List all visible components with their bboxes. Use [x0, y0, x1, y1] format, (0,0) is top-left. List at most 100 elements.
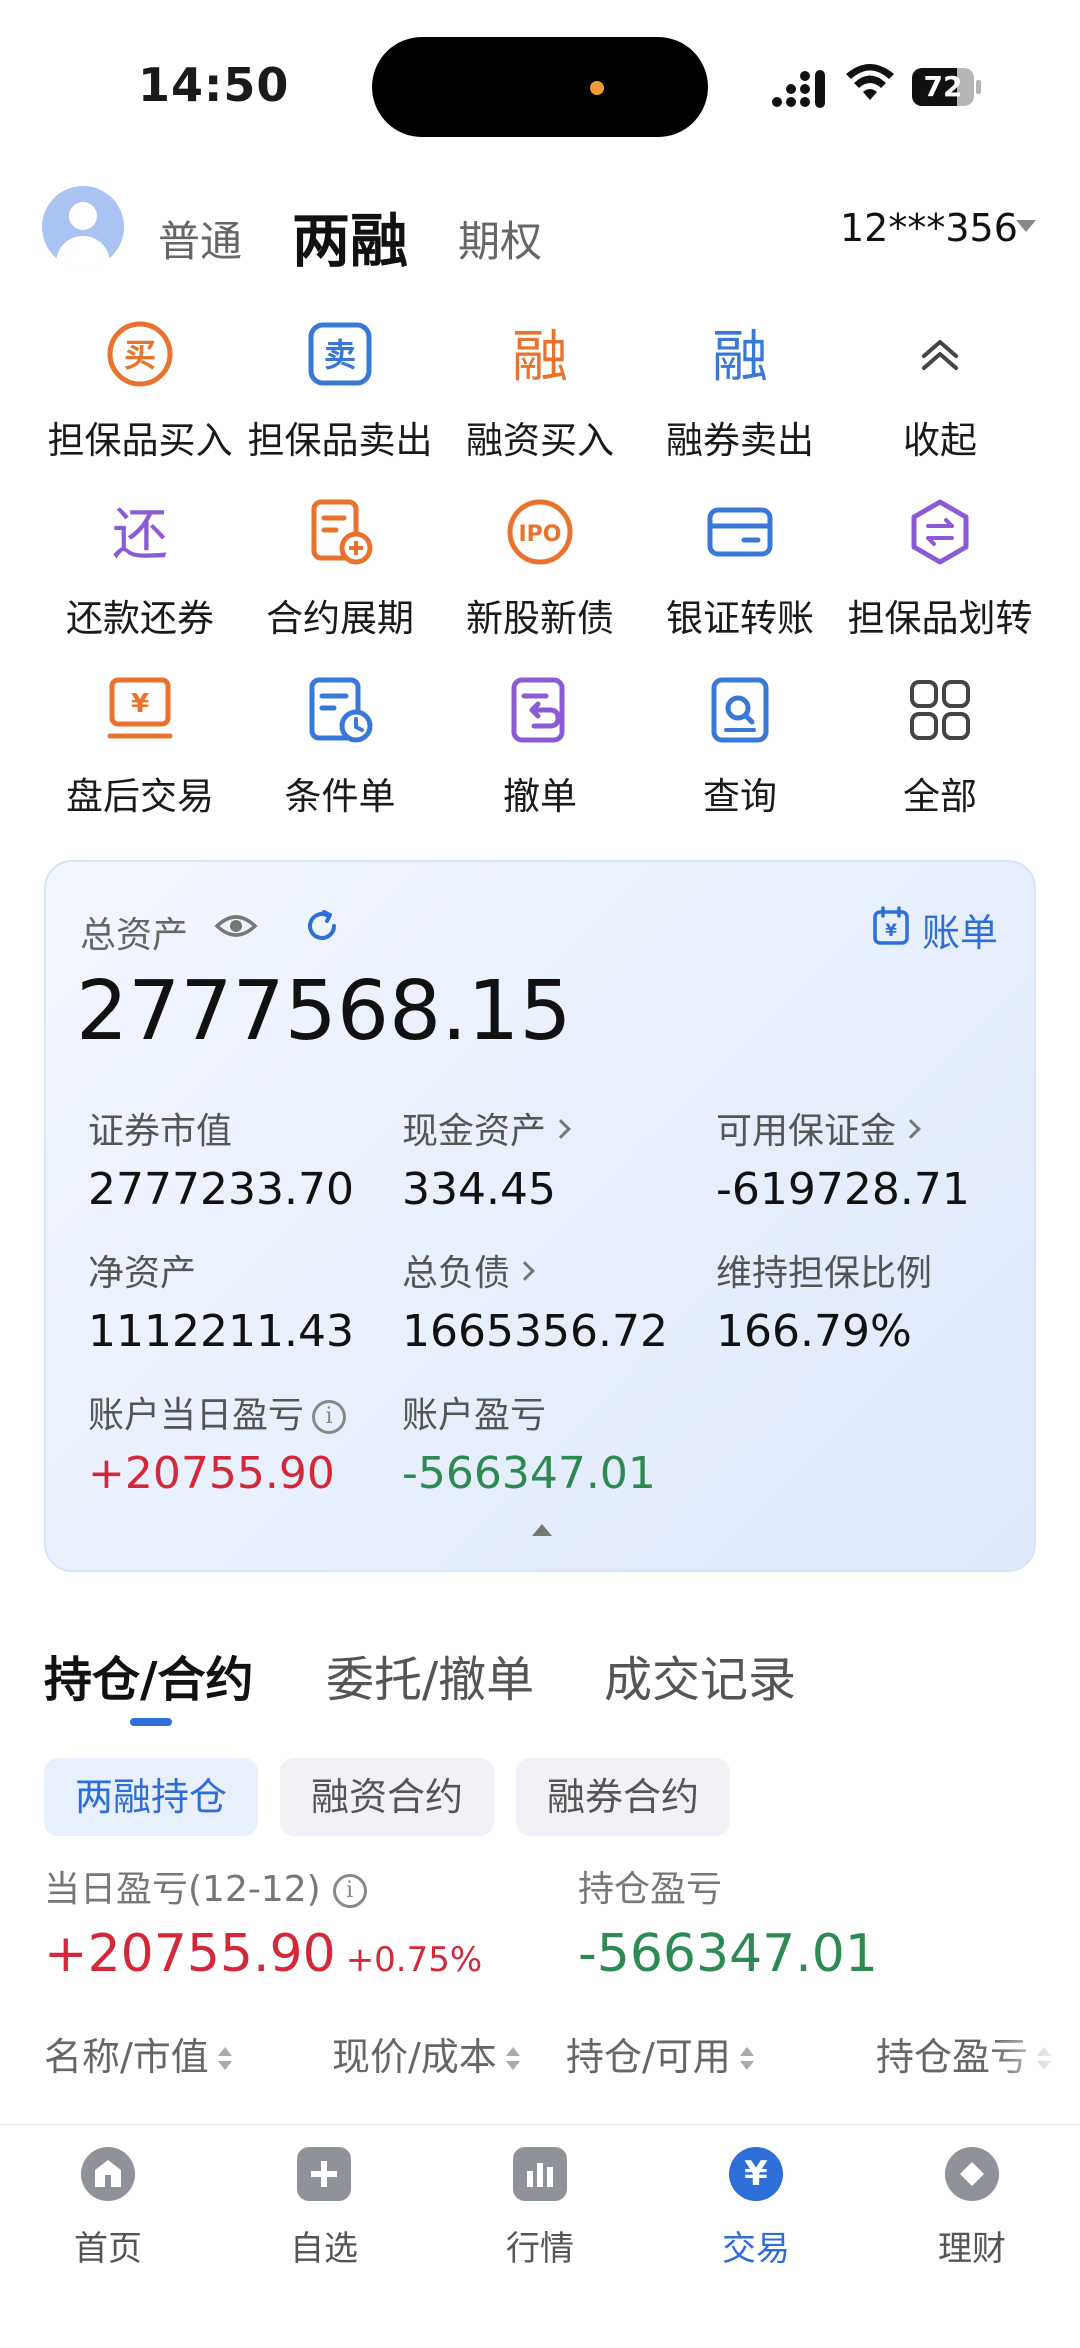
svg-text:还: 还 [112, 503, 168, 568]
battery-icon: 72 [912, 68, 982, 106]
collapse-card-icon[interactable] [532, 1524, 552, 1536]
dynamic-island [372, 37, 708, 137]
tab-positions[interactable]: 持仓/合约 [44, 1640, 254, 1710]
sell-icon: 卖 [308, 322, 372, 386]
function-repay[interactable]: 还 还款还券 [40, 496, 240, 646]
metric-account-day-pl: 账户当日盈亏 i +20755.90 [88, 1386, 347, 1499]
eye-icon[interactable] [214, 906, 258, 946]
cellular-signal-icon [772, 70, 825, 108]
info-icon[interactable]: i [312, 1400, 347, 1434]
col-holding-available[interactable]: 持仓/可用 [566, 2026, 755, 2081]
bank-transfer-icon [707, 507, 773, 557]
chevron-right-icon [901, 1119, 921, 1139]
chevron-right-icon [515, 1261, 535, 1281]
contract-extend-icon [311, 499, 373, 565]
chip-securities-lending-contracts[interactable]: 融券合约 [516, 1758, 730, 1836]
watchlist-icon [297, 2147, 351, 2201]
cancel-order-icon [511, 677, 565, 743]
svg-text:融: 融 [712, 325, 768, 390]
tab-options-account[interactable]: 期权 [458, 208, 542, 269]
hold-pl-summary: 持仓盈亏 -566347.01 [578, 1869, 878, 1984]
battery-level: 72 [923, 70, 963, 103]
nav-home[interactable]: 首页 [8, 2147, 208, 2287]
bill-label: 账单 [922, 911, 999, 955]
query-icon [711, 677, 769, 743]
refresh-icon[interactable] [302, 906, 342, 946]
function-collateral-buy[interactable]: 买 担保品买入 [40, 318, 240, 468]
metric-available-margin[interactable]: 可用保证金 -619728.71 [716, 1102, 970, 1215]
function-bank-transfer[interactable]: 银证转账 [640, 496, 840, 646]
svg-text:卖: 卖 [324, 336, 356, 374]
function-cancel-order[interactable]: 撤单 [440, 674, 640, 824]
col-name-market-value[interactable]: 名称/市值 [44, 2026, 233, 2081]
function-conditional-order[interactable]: 条件单 [240, 674, 440, 824]
function-collateral-sell[interactable]: 卖 担保品卖出 [240, 318, 440, 468]
nav-trade[interactable]: ¥ 交易 [656, 2147, 856, 2287]
svg-text:买: 买 [124, 336, 156, 374]
chevron-up-icon [922, 340, 958, 370]
after-hours-icon: ¥ [107, 677, 173, 739]
sort-icon [217, 2046, 233, 2073]
chevron-down-icon[interactable] [1016, 220, 1036, 232]
chip-margin-positions[interactable]: 两融持仓 [44, 1758, 258, 1836]
function-query[interactable]: 查询 [640, 674, 840, 824]
function-after-hours[interactable]: ¥ 盘后交易 [40, 674, 240, 824]
status-time: 14:50 [138, 58, 290, 112]
short-sell-icon: 融 [712, 325, 768, 390]
info-icon[interactable]: i [332, 1874, 367, 1908]
home-icon [81, 2147, 135, 2201]
repay-icon: 还 [112, 503, 168, 568]
bill-icon: ¥ [873, 906, 909, 945]
position-type-chips: 两融持仓 融资合约 融券合约 [44, 1758, 1044, 1836]
ipo-icon: IPO [507, 499, 573, 565]
function-ipo[interactable]: IPO 新股新债 [440, 496, 640, 646]
metric-cash-assets[interactable]: 现金资产 334.45 [402, 1102, 571, 1215]
tab-indicator [130, 1718, 172, 1726]
status-bar: 14:50 72 [0, 0, 1080, 170]
conditional-order-icon [309, 677, 373, 743]
buy-icon: 买 [107, 321, 173, 387]
function-contract-extend[interactable]: 合约展期 [240, 496, 440, 646]
function-margin-buy[interactable]: 融 融资买入 [440, 318, 640, 468]
margin-buy-icon: 融 [512, 325, 568, 390]
account-number-selector[interactable]: 12***356 [840, 206, 1018, 250]
bottom-nav: 首页 自选 行情 ¥ 交易 理财 [0, 2124, 1080, 2348]
day-pl-value: +20755.90 [44, 1924, 336, 1984]
metric-total-liabilities[interactable]: 总负债 1665356.72 [402, 1244, 668, 1357]
total-assets-value: 2777568.15 [76, 964, 572, 1059]
nav-market[interactable]: 行情 [440, 2147, 640, 2287]
wifi-icon [846, 64, 894, 100]
chip-financing-contracts[interactable]: 融资合约 [280, 1758, 494, 1836]
asset-summary-card: 总资产 ¥ 账单 2777568.15 证券市值 2777233.70 现金资产… [44, 860, 1036, 1572]
avatar[interactable] [42, 186, 124, 268]
function-collateral-transfer[interactable]: 担保品划转 [840, 496, 1040, 646]
day-pl-percent: +0.75% [345, 1940, 483, 1980]
chevron-right-icon [551, 1119, 571, 1139]
metric-account-pl: 账户盈亏 -566347.01 [402, 1395, 656, 1499]
day-pl-summary: 当日盈亏(12-12) i +20755.90 +0.75% [44, 1869, 483, 1984]
nav-watchlist[interactable]: 自选 [224, 2147, 424, 2287]
nav-wealth[interactable]: 理财 [872, 2147, 1072, 2287]
col-price-cost[interactable]: 现价/成本 [332, 2026, 521, 2081]
sort-icon [505, 2046, 521, 2073]
market-icon [513, 2147, 567, 2201]
tab-margin-account[interactable]: 两融 [292, 194, 408, 278]
function-collapse[interactable]: 收起 [840, 318, 1040, 468]
metric-securities-value: 证券市值 2777233.70 [88, 1111, 354, 1215]
account-header: 普通 两融 期权 12***356 [0, 180, 1080, 280]
trade-icon: ¥ [729, 2147, 783, 2201]
tab-orders[interactable]: 委托/撤单 [326, 1640, 534, 1710]
column-fade [990, 2020, 1080, 2090]
function-all[interactable]: 全部 [840, 674, 1040, 824]
function-short-sell[interactable]: 融 融券卖出 [640, 318, 840, 468]
tab-trades[interactable]: 成交记录 [604, 1640, 796, 1710]
sort-icon [739, 2046, 755, 2073]
position-table-header: 名称/市值 现价/成本 持仓/可用 持仓盈亏 [0, 2026, 1080, 2086]
metric-net-assets: 净资产 1112211.43 [88, 1253, 354, 1357]
all-apps-icon [910, 680, 970, 740]
svg-text:¥: ¥ [131, 689, 149, 719]
position-tabs: 持仓/合约 委托/撤单 成交记录 [44, 1640, 1044, 1730]
collateral-transfer-icon [911, 499, 969, 565]
tab-normal-account[interactable]: 普通 [158, 208, 242, 269]
svg-text:¥: ¥ [885, 921, 897, 941]
